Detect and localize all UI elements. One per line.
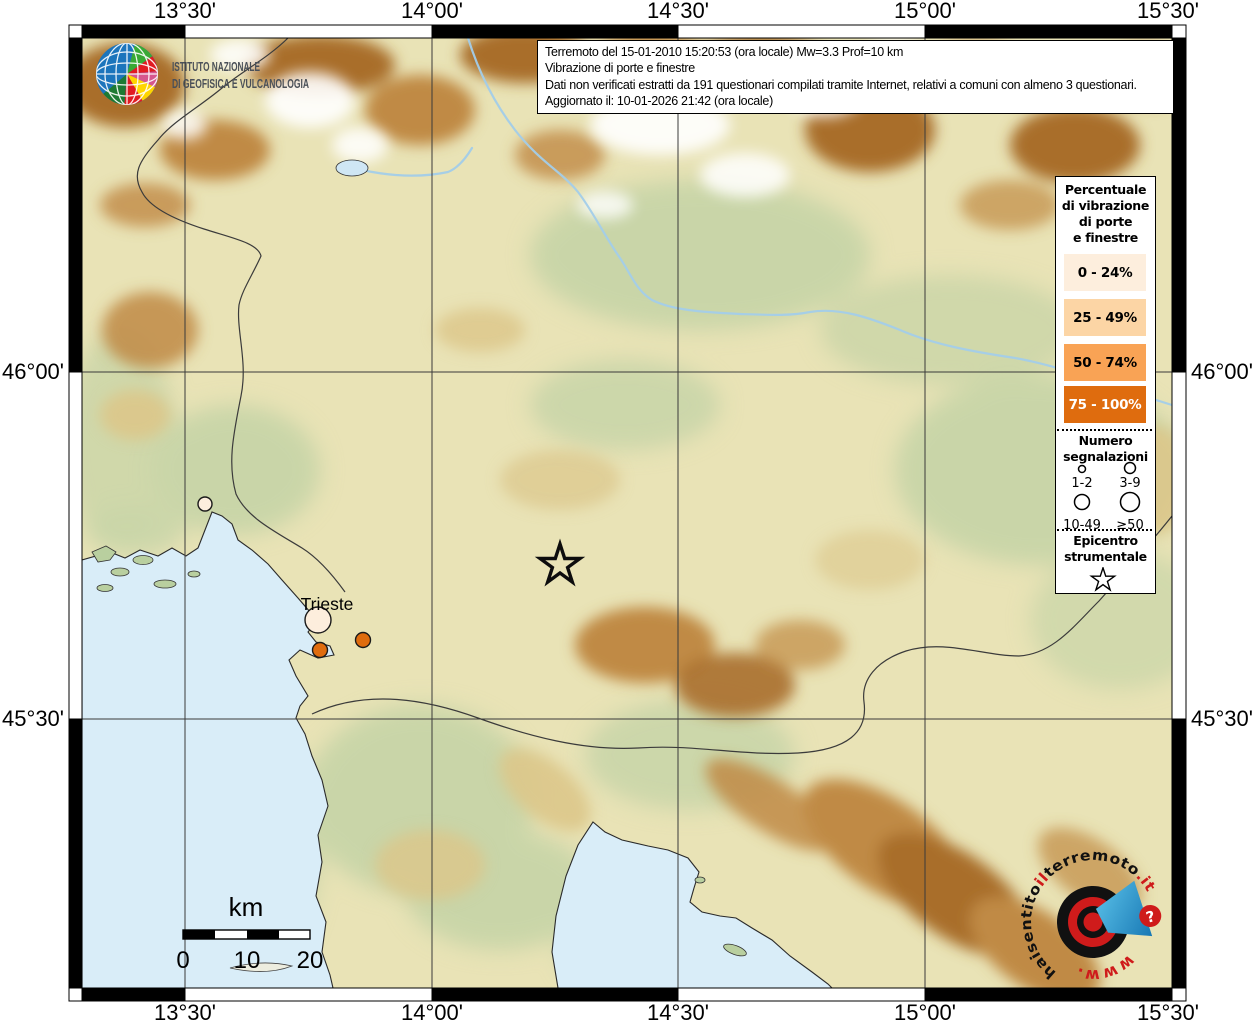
legend-box: Percentuale di vibrazione di porte e fin… bbox=[1055, 176, 1156, 594]
axis-top-2: 14°00' bbox=[401, 0, 463, 23]
axis-left-1: 46°00' bbox=[2, 359, 64, 384]
legend-star-icon bbox=[1089, 567, 1117, 592]
scale-tick-20: 20 bbox=[297, 947, 324, 974]
legend-percent-title: Percentuale di vibrazione di porte e fin… bbox=[1056, 182, 1155, 246]
legend-separator bbox=[1057, 429, 1152, 431]
axis-top-4: 15°00' bbox=[894, 0, 956, 23]
legend-swatch-label: 50 - 74% bbox=[1073, 354, 1137, 371]
axis-top-5: 15°30' bbox=[1137, 0, 1199, 23]
shakemap-page: 13°30' 14°00' 14°30' 15°00' 15°30' 13°30… bbox=[0, 0, 1255, 1024]
axis-right-1: 46°00' bbox=[1191, 359, 1253, 384]
axis-bottom-2: 14°00' bbox=[401, 1000, 463, 1024]
legend-title-line: strumentale bbox=[1064, 549, 1147, 564]
legend-swatch-25-49: 25 - 49% bbox=[1064, 299, 1146, 336]
scale-bar-segment bbox=[183, 930, 215, 939]
count-circle-10-49 bbox=[1073, 493, 1091, 511]
count-label-3-9: 3-9 bbox=[1119, 476, 1140, 491]
legend-swatch-label: 25 - 49% bbox=[1073, 309, 1137, 326]
legend-title-line: Epicentro bbox=[1073, 533, 1138, 548]
ingv-name-line1: ISTITUTO NAZIONALE bbox=[172, 59, 260, 74]
event-info-box: Terremoto del 15-01-2010 15:20:53 (ora l… bbox=[537, 40, 1174, 114]
city-label-trieste: Trieste bbox=[301, 594, 354, 614]
ingv-name-line2: DI GEOFISICA E VULCANOLOGIA bbox=[172, 76, 309, 91]
legend-title-line: di vibrazione bbox=[1061, 198, 1150, 213]
legend-separator bbox=[1057, 529, 1152, 531]
scale-tick-0: 0 bbox=[176, 947, 189, 974]
count-label-1-2: 1-2 bbox=[1071, 476, 1092, 491]
axis-bottom-5: 15°30' bbox=[1137, 1000, 1199, 1024]
legend-swatch-0-24: 0 - 24% bbox=[1064, 254, 1146, 291]
haisentitoilterremoto-logo: ? haisentitoilterremoto.it www. bbox=[1021, 846, 1162, 992]
count-circle-3-9 bbox=[1123, 461, 1137, 475]
axis-bottom-1: 13°30' bbox=[154, 1000, 216, 1024]
legend-swatch-75-100: 75 - 100% bbox=[1064, 386, 1146, 423]
event-info-line1: Terremoto del 15-01-2010 15:20:53 (ora l… bbox=[545, 45, 904, 59]
report-dot bbox=[197, 496, 213, 512]
event-info-line2: Vibrazione di porte e finestre bbox=[545, 61, 695, 76]
legend-swatch-label: 0 - 24% bbox=[1077, 264, 1133, 281]
legend-swatch-label: 75 - 100% bbox=[1068, 396, 1142, 413]
scale-bar-segment bbox=[247, 930, 279, 939]
count-circle-50plus bbox=[1119, 491, 1141, 513]
legend-title-line: di porte bbox=[1078, 214, 1133, 229]
report-dot bbox=[311, 641, 329, 659]
alpine-lake bbox=[335, 159, 369, 177]
legend-epicenter-title: Epicentro strumentale bbox=[1056, 533, 1155, 565]
axis-right-2: 45°30' bbox=[1191, 706, 1253, 731]
count-size-key: 1-2 3-9 10-49 ≥50 bbox=[1063, 461, 1144, 533]
axis-left-2: 45°30' bbox=[2, 706, 64, 731]
legend-title-line: Percentuale bbox=[1064, 182, 1147, 197]
report-dot bbox=[354, 631, 372, 649]
event-info-line3: Dati non verificati estratti da 191 ques… bbox=[545, 77, 1137, 92]
legend-title-line: e finestre bbox=[1073, 230, 1138, 245]
event-info-line4: Aggiornato il: 10-01-2026 21:42 (ora loc… bbox=[545, 94, 773, 109]
axis-top-1: 13°30' bbox=[154, 0, 216, 23]
legend-title-line: Numero bbox=[1078, 433, 1133, 448]
count-circle-1-2 bbox=[1077, 464, 1087, 474]
axis-top-3: 14°30' bbox=[647, 0, 709, 23]
legend-swatch-50-74: 50 - 74% bbox=[1064, 344, 1146, 381]
legend-epicenter-key bbox=[1089, 567, 1117, 592]
axis-bottom-3: 14°30' bbox=[647, 1000, 709, 1024]
scale-unit-label: km bbox=[229, 892, 264, 922]
scale-tick-10: 10 bbox=[234, 947, 261, 974]
axis-bottom-4: 15°00' bbox=[894, 1000, 956, 1024]
